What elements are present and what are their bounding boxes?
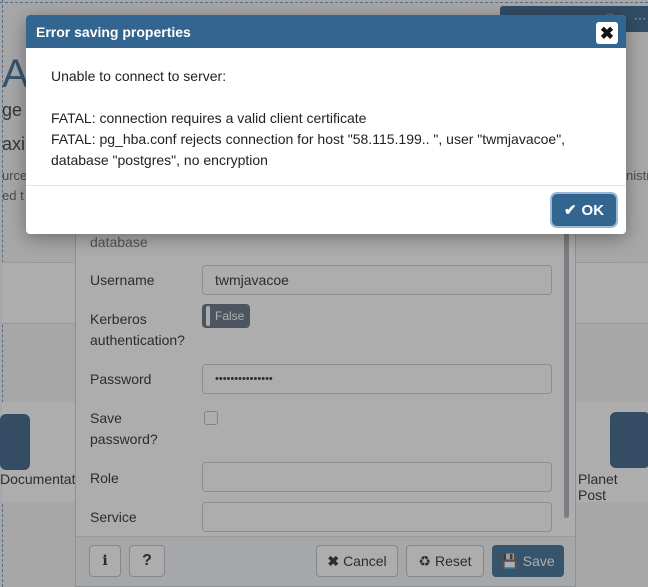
username-field[interactable]: twmjavacoe <box>202 265 552 295</box>
service-field[interactable] <box>202 502 552 532</box>
kerberos-toggle-label: False <box>215 309 245 323</box>
username-label: Username <box>90 272 155 288</box>
floppy-icon: 💾 <box>501 552 519 569</box>
help-button-label: ? <box>142 552 152 569</box>
check-icon: ✔ <box>563 202 577 219</box>
cancel-button[interactable]: ✖ Cancel <box>316 545 398 577</box>
x-icon: ✖ <box>327 552 340 569</box>
error-line-1: Unable to connect to server: <box>51 68 227 84</box>
cancel-button-label: Cancel <box>343 553 387 569</box>
close-icon[interactable]: ✖ <box>596 22 618 44</box>
save-button[interactable]: 💾 Save <box>492 545 564 577</box>
error-line-3: FATAL: pg_hba.conf rejects connection fo… <box>51 131 566 147</box>
save-password-label: Save password? <box>90 410 158 447</box>
kerberos-label: Kerberos authentication? <box>90 311 185 348</box>
password-field[interactable]: ••••••••••••••• <box>202 364 552 394</box>
dialog-scrollbar[interactable] <box>564 228 569 518</box>
info-button[interactable]: i <box>89 545 121 577</box>
reset-button[interactable]: ♻ Reset <box>406 545 484 577</box>
modal-body: Unable to connect to server: FATAL: conn… <box>26 48 626 185</box>
save-password-checkbox[interactable] <box>204 411 218 425</box>
ok-button[interactable]: ✔ OK <box>552 194 616 226</box>
modal-title: Error saving properties <box>36 24 191 40</box>
role-field[interactable] <box>202 462 552 492</box>
field-label-partial: database <box>90 234 148 250</box>
dialog-footer: i ? ✖ Cancel ♻ Reset 💾 Save <box>76 536 575 586</box>
reset-button-label: Reset <box>434 553 472 569</box>
ok-button-label: OK <box>581 201 605 219</box>
modal-footer: ✔ OK <box>26 185 626 234</box>
error-line-4: database "postgres", no encryption <box>51 152 268 168</box>
password-label: Password <box>90 371 152 387</box>
properties-dialog: database Username twmjavacoe Kerberos au… <box>75 215 576 587</box>
toggle-knob <box>206 306 210 326</box>
kerberos-toggle[interactable]: False <box>202 304 250 328</box>
error-line-2: FATAL: connection requires a valid clien… <box>51 110 367 126</box>
info-button-label: i <box>102 553 108 569</box>
recycle-icon: ♻ <box>418 552 431 569</box>
service-label: Service <box>90 509 137 525</box>
help-button[interactable]: ? <box>129 545 165 577</box>
modal-header: Error saving properties ✖ <box>26 15 626 48</box>
save-button-label: Save <box>522 553 555 569</box>
role-label: Role <box>90 470 119 486</box>
error-modal: Error saving properties ✖ Unable to conn… <box>26 15 626 234</box>
